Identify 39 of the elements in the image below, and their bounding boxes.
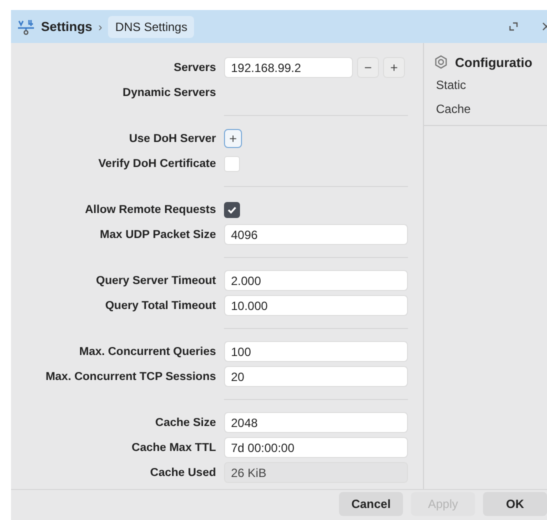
close-icon[interactable] bbox=[542, 22, 547, 31]
dialog-button[interactable]: Cancel bbox=[339, 492, 403, 516]
hexagon-icon bbox=[434, 55, 448, 69]
breadcrumb-current[interactable]: DNS Settings bbox=[108, 16, 194, 38]
field-label: Servers bbox=[172, 62, 217, 74]
field-label: Cache Size bbox=[154, 416, 217, 428]
input-field[interactable]: 100 bbox=[224, 341, 408, 362]
sidebar-item[interactable]: Cache bbox=[424, 97, 547, 121]
breadcrumb-separator: › bbox=[98, 20, 102, 34]
field-label: Verify DoH Certificate bbox=[97, 158, 217, 170]
field-label: Max. Concurrent TCP Sessions bbox=[44, 370, 217, 382]
field-label: Use DoH Server bbox=[128, 132, 217, 144]
field-label: Max. Concurrent Queries bbox=[78, 346, 217, 358]
field-label: Dynamic Servers bbox=[122, 86, 217, 98]
input-field[interactable]: 4096 bbox=[224, 224, 408, 245]
field-label: Query Total Timeout bbox=[104, 300, 217, 312]
field-label: Allow Remote Requests bbox=[84, 204, 217, 216]
remove-button[interactable]: − bbox=[357, 57, 379, 78]
sidebar-item[interactable]: Configuratio bbox=[424, 51, 547, 73]
dialog-button[interactable]: OK bbox=[483, 492, 547, 516]
add-button[interactable]: + bbox=[383, 57, 405, 78]
field-label: Max UDP Packet Size bbox=[98, 228, 217, 240]
input-field[interactable]: 2.000 bbox=[224, 270, 408, 291]
field-label: Cache Used bbox=[149, 466, 217, 478]
input-field[interactable]: 2048 bbox=[224, 412, 408, 433]
checkbox[interactable] bbox=[224, 202, 240, 218]
input-field[interactable]: 20 bbox=[224, 366, 408, 387]
input-field[interactable]: 7d 00:00:00 bbox=[224, 437, 408, 458]
field-label: Query Server Timeout bbox=[95, 274, 217, 286]
add-button[interactable]: + bbox=[224, 129, 242, 148]
readonly-field: 26 KiB bbox=[224, 462, 408, 483]
sidebar-item[interactable]: Static bbox=[424, 73, 547, 97]
network-icon bbox=[17, 18, 35, 34]
field-label: Cache Max TTL bbox=[130, 442, 217, 454]
sidebar-title: Configuratio bbox=[455, 54, 532, 70]
input-field[interactable]: 192.168.99.2 bbox=[224, 57, 353, 78]
breadcrumb-link[interactable]: Settings bbox=[41, 19, 92, 34]
maximize-icon[interactable] bbox=[509, 22, 518, 31]
input-field[interactable]: 10.000 bbox=[224, 295, 408, 316]
